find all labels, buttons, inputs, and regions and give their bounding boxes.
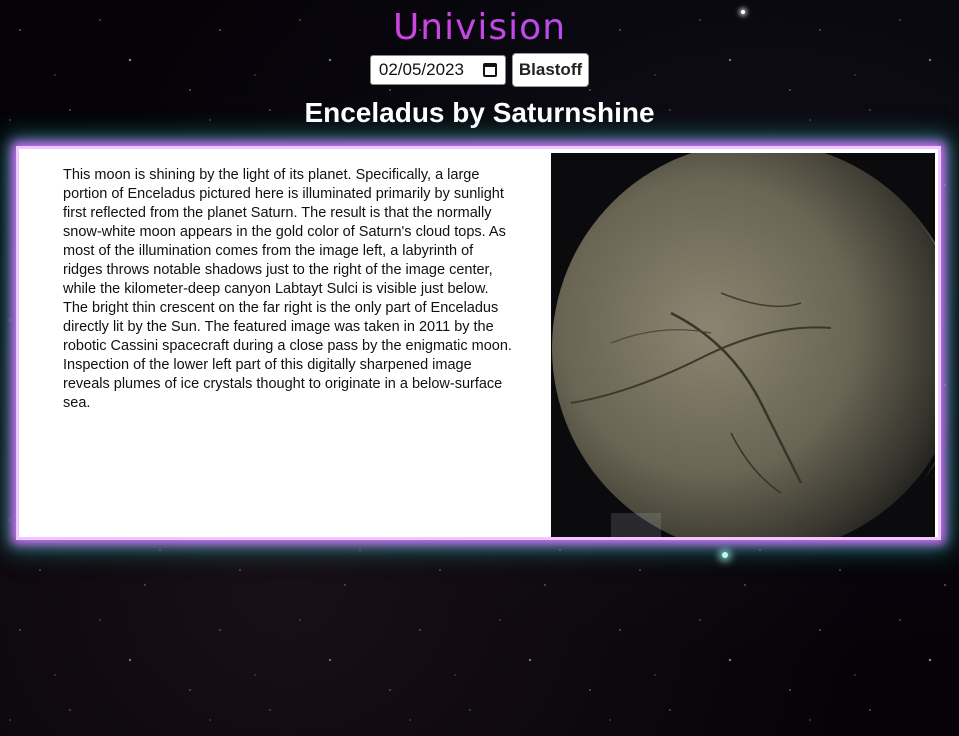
date-input-value: 02/05/2023 [378,60,464,79]
calendar-icon[interactable] [482,63,497,77]
background-star [722,552,728,558]
date-input[interactable]: 02/05/2023 [369,55,506,85]
apod-card: This moon is shining by the light of its… [16,146,941,540]
apod-title: Enceladus by Saturnshine [304,97,655,128]
apod-explanation: This moon is shining by the light of its… [63,167,512,411]
enceladus-image [551,153,935,537]
blastoff-button[interactable]: Blastoff [511,53,590,87]
date-controls: 02/05/2023 Blastoff [0,53,959,87]
app-logo: Univision [0,8,959,48]
apod-image [551,153,935,537]
